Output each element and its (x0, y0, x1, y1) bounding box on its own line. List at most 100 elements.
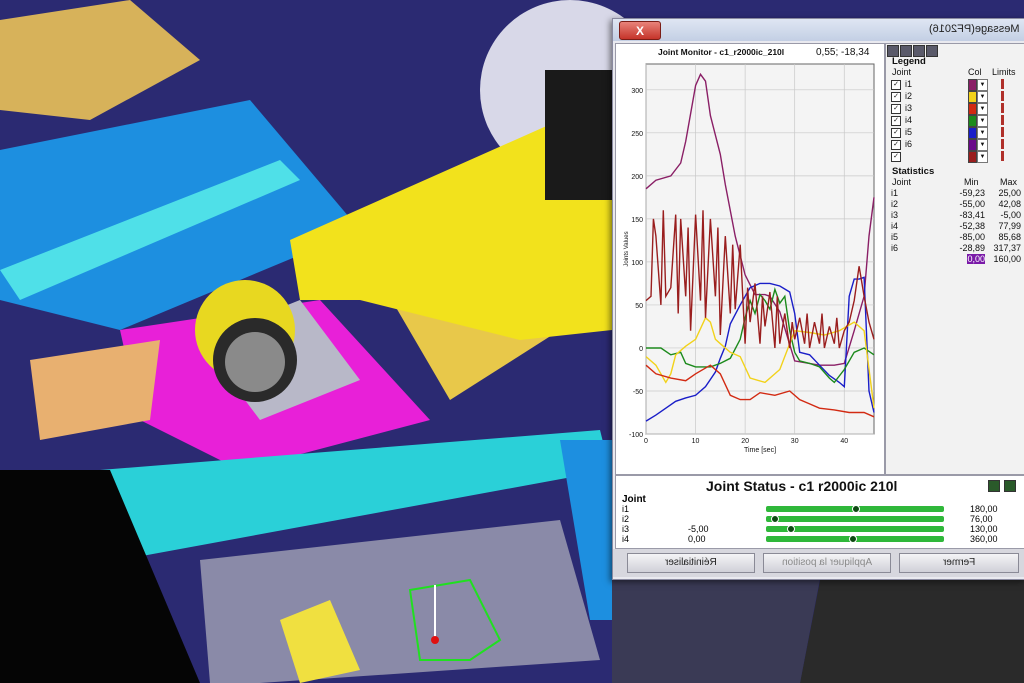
stat-joint: i4 (891, 221, 899, 231)
legend-checkbox[interactable]: ✓ (891, 140, 901, 150)
stat-max: 42,08 (998, 199, 1021, 209)
stat-min: -55,00 (959, 199, 985, 209)
statistics-row: i2 -55,00 42,08 (889, 199, 1023, 210)
legend-col-limits: Limits (992, 67, 1016, 77)
color-dropdown-icon[interactable]: ▼ (977, 103, 988, 115)
legend-limit-marker (1001, 127, 1004, 137)
stat-joint: i5 (891, 232, 899, 242)
js-right-value: 360,00 (970, 534, 998, 544)
stat-joint: i2 (891, 199, 899, 209)
joint-slider-thumb[interactable] (786, 525, 795, 533)
stat-min: -85,00 (959, 232, 985, 242)
js-right-value: 180,00 (970, 504, 998, 514)
js-joint-name: i3 (622, 524, 630, 534)
statistics-heading: Statistics (892, 166, 935, 177)
legend-checkbox[interactable]: ✓ (891, 92, 901, 102)
cursor-coordinate-readout: 0,55; -18,34 (816, 47, 870, 58)
y-tick-label: -50 (633, 389, 643, 396)
legend-row: ✓ ▼ (889, 151, 1023, 163)
plot-toolbar (887, 45, 938, 57)
x-tick-label: 40 (840, 438, 848, 445)
stat-max: 160,00 (993, 254, 1021, 264)
joint-status-row: i2 76,00 (616, 514, 1024, 524)
js-right-value: 76,00 (970, 514, 993, 524)
legend-limit-marker (1001, 91, 1004, 101)
save-icon[interactable] (913, 45, 925, 57)
window-titlebar[interactable]: X Message(PF2016) (613, 19, 1024, 41)
joint-slider-thumb[interactable] (852, 505, 860, 513)
color-dropdown-icon[interactable]: ▼ (977, 127, 988, 139)
status-icon-a[interactable] (988, 480, 1000, 492)
legend-color-swatch (968, 139, 977, 151)
y-tick-label: -100 (629, 432, 643, 439)
legend-joint-label: i1 (905, 79, 913, 89)
x-tick-label: 20 (741, 438, 749, 445)
zoom-icon[interactable] (887, 45, 899, 57)
stat-joint: i3 (891, 210, 899, 220)
y-tick-label: 200 (631, 174, 643, 181)
color-dropdown-icon[interactable]: ▼ (977, 115, 988, 127)
plot-title: Joint Monitor - c1_r2000ic_210l (658, 47, 785, 57)
joint-slider-thumb[interactable] (848, 535, 857, 543)
stat-max: 85,68 (998, 232, 1021, 242)
reset-button[interactable]: Réinitialiser (627, 553, 755, 573)
joint-status-row: i4 0,00 360,00 (616, 534, 1024, 544)
color-dropdown-icon[interactable]: ▼ (977, 151, 988, 163)
legend-joint-label: i4 (905, 115, 913, 125)
y-tick-label: 300 (631, 88, 643, 95)
legend-checkbox[interactable]: ✓ (891, 80, 901, 90)
stat-max: 77,99 (998, 221, 1021, 231)
legend-color-swatch (968, 151, 977, 163)
js-right-value: 130,00 (970, 524, 998, 534)
legend-color-swatch (968, 103, 977, 115)
color-dropdown-icon[interactable]: ▼ (977, 139, 988, 151)
legend-limit-marker (1001, 139, 1004, 149)
apply-position-button[interactable]: Appliquer la position (763, 553, 891, 573)
legend-color-swatch (968, 91, 977, 103)
dialog-button-row: Réinitialiser Appliquer la position Ferm… (613, 549, 1024, 577)
statistics-row: 0,00 160,00 (889, 254, 1023, 265)
robot-base-right (800, 580, 1024, 683)
legend-limit-marker (1001, 115, 1004, 125)
legend-col-joint: Joint (892, 67, 912, 77)
legend-panel: Legend Joint Col Limits ✓ i1 ▼ ✓ i2 ▼ ✓ i3 ▼ ✓ i4 ▼… (885, 43, 1024, 475)
joint-status-panel: Joint Status - c1 r2000ic 210l Joint i1 1… (615, 475, 1024, 549)
legend-checkbox[interactable]: ✓ (891, 104, 901, 114)
y-tick-label: 250 (631, 131, 643, 138)
legend-joint-label: i6 (905, 139, 913, 149)
legend-checkbox[interactable]: ✓ (891, 128, 901, 138)
js-joint-name: i2 (622, 514, 630, 524)
close-dialog-button[interactable]: Fermer (899, 553, 1019, 573)
js-left-value: -5,00 (688, 524, 709, 534)
y-tick-label: 50 (635, 303, 643, 310)
legend-row: ✓ i5 ▼ (889, 127, 1023, 139)
joint-monitor-chart[interactable]: -100 -50 0 50 100 150 200 250 300 0 10 20 30 40 Time [… (616, 60, 884, 470)
x-axis-label: Time [sec] (744, 447, 776, 454)
statistics-row: i3 -83,41 -5,00 (889, 210, 1023, 221)
stat-min: -52,38 (959, 221, 985, 231)
stat-min: -28,89 (959, 243, 985, 253)
stat-min: -83,41 (959, 210, 985, 220)
color-dropdown-icon[interactable]: ▼ (977, 79, 988, 91)
print-icon[interactable] (900, 45, 912, 57)
legend-row: ✓ i1 ▼ (889, 79, 1023, 91)
stat-max: 317,37 (993, 243, 1021, 253)
color-dropdown-icon[interactable]: ▼ (977, 91, 988, 103)
joint-status-title: Joint Status - c1 r2000ic 210l (706, 478, 898, 494)
joint-status-row: i3 -5,00 130,00 (616, 524, 1024, 534)
stat-joint: i6 (891, 243, 899, 253)
legend-joint-label: i2 (905, 91, 913, 101)
close-button[interactable]: X (619, 21, 661, 40)
legend-checkbox[interactable]: ✓ (891, 116, 901, 126)
x-tick-label: 0 (644, 438, 648, 445)
legend-checkbox[interactable]: ✓ (891, 152, 901, 162)
y-axis-label: Joints Values (624, 231, 630, 266)
legend-limit-marker (1001, 151, 1004, 161)
joint-slider[interactable] (766, 516, 944, 522)
legend-color-swatch (968, 115, 977, 127)
status-icon-b[interactable] (1004, 480, 1016, 492)
copy-icon[interactable] (926, 45, 938, 57)
x-tick-label: 10 (692, 438, 700, 445)
legend-limit-marker (1001, 79, 1004, 89)
stat-min: 0,00 (967, 254, 985, 264)
